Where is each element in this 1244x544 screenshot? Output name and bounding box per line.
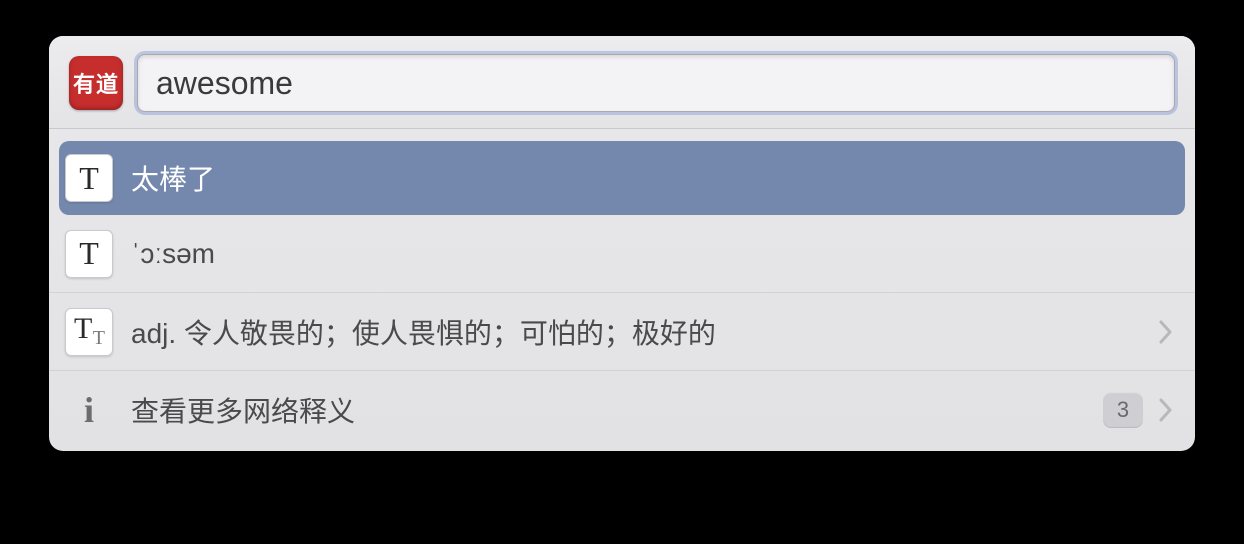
search-input[interactable]: [137, 54, 1175, 112]
result-item-translation[interactable]: T 太棒了: [59, 141, 1185, 215]
result-text: adj. 令人敬畏的；使人畏惧的；可怕的；极好的: [131, 312, 1141, 352]
result-text: ˈɔːsəm: [131, 238, 1173, 270]
info-icon: i: [65, 386, 113, 434]
search-row: 有道: [49, 36, 1195, 129]
chevron-right-icon: [1159, 398, 1173, 422]
text-icon: T: [65, 230, 113, 278]
result-text: 查看更多网络释义: [131, 390, 1085, 430]
text-sizes-icon: TT: [65, 308, 113, 356]
row-right: 3: [1103, 392, 1173, 428]
result-item-phonetic[interactable]: T ˈɔːsəm: [49, 215, 1195, 293]
youdao-logo-icon: 有道: [69, 56, 123, 110]
logo-text: 有道: [73, 67, 119, 99]
result-item-definition[interactable]: TT adj. 令人敬畏的；使人畏惧的；可怕的；极好的: [49, 293, 1195, 371]
row-right: [1159, 320, 1173, 344]
spotlight-panel: 有道 T 太棒了 T ˈɔːsəm TT adj. 令人敬畏的；使人畏惧的；可怕…: [49, 36, 1195, 451]
result-text: 太棒了: [131, 158, 1173, 198]
results-list: T 太棒了 T ˈɔːsəm TT adj. 令人敬畏的；使人畏惧的；可怕的；极…: [49, 129, 1195, 451]
text-icon: T: [65, 154, 113, 202]
result-item-more-web[interactable]: i 查看更多网络释义 3: [49, 371, 1195, 449]
count-badge: 3: [1103, 392, 1143, 428]
chevron-right-icon: [1159, 320, 1173, 344]
